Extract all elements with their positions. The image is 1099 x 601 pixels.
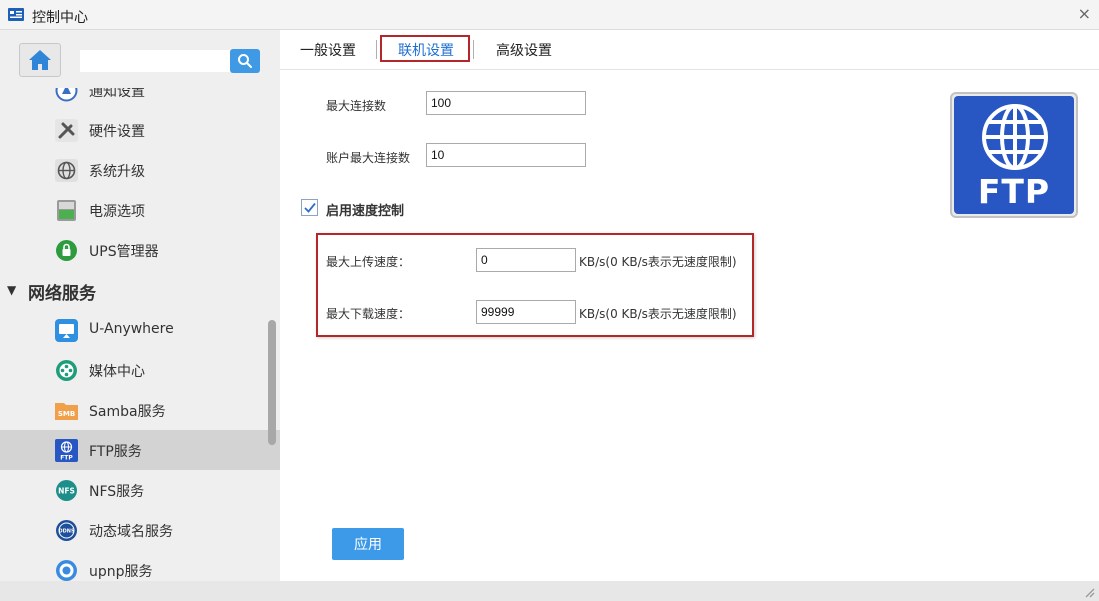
sidebar: 通知设置 硬件设置 系统升级 电源选项 UPS管理器 ▼ 网络服务 U-Anyw…	[0, 30, 280, 581]
ftp-icon: FTP	[55, 439, 78, 462]
home-button[interactable]	[19, 43, 61, 77]
media-center-icon	[56, 360, 77, 381]
speed-control-label: 启用速度控制	[326, 204, 405, 219]
tab-divider	[376, 40, 377, 59]
tab-general-settings[interactable]: 一般设置	[300, 40, 356, 60]
u-anywhere-icon	[55, 319, 78, 342]
resize-grip-icon[interactable]	[1083, 586, 1095, 598]
system-upgrade-icon	[55, 159, 78, 182]
sidebar-item-label: FTP服务	[89, 444, 142, 460]
max-upload-label: 最大上传速度：	[326, 255, 411, 269]
tab-advanced-settings[interactable]: 高级设置	[496, 40, 552, 60]
window-title: 控制中心	[32, 10, 88, 26]
ftp-logo: FTP	[950, 92, 1078, 218]
ddns-icon: DDNS	[56, 520, 77, 541]
sidebar-item-label: NFS服务	[89, 484, 145, 500]
checkmark-icon	[303, 202, 316, 213]
sidebar-header	[0, 30, 280, 88]
power-icon	[57, 200, 76, 221]
sidebar-item-u-anywhere[interactable]: U-Anywhere	[0, 310, 280, 350]
sidebar-item-ups[interactable]: UPS管理器	[0, 230, 280, 270]
sidebar-item-upnp[interactable]: upnp服务	[0, 550, 280, 581]
max-download-hint: KB/s(0 KB/s表示无速度限制)	[579, 307, 737, 321]
close-icon[interactable]: ×	[1078, 4, 1091, 23]
max-account-connections-label: 账户最大连接数	[326, 151, 411, 165]
sidebar-item-hardware[interactable]: 硬件设置	[0, 110, 280, 150]
nfs-icon: NFS	[56, 480, 77, 501]
search-button[interactable]	[230, 49, 260, 73]
globe-icon	[982, 104, 1048, 170]
sidebar-item-ddns[interactable]: DDNS 动态域名服务	[0, 510, 280, 550]
svg-text:SMB: SMB	[58, 410, 75, 418]
sidebar-item-ftp[interactable]: FTP FTP服务	[0, 430, 280, 470]
hardware-icon	[55, 119, 78, 142]
home-icon	[29, 50, 51, 70]
sidebar-item-label: upnp服务	[89, 564, 153, 580]
max-upload-input[interactable]	[476, 248, 576, 272]
samba-icon: SMB	[55, 403, 78, 420]
title-bar: 控制中心 ×	[0, 0, 1099, 30]
sidebar-scrollbar[interactable]	[268, 320, 276, 445]
ups-icon	[56, 240, 77, 261]
tab-divider	[473, 40, 474, 59]
sidebar-section-network-services[interactable]: ▼ 网络服务	[0, 270, 280, 310]
sidebar-item-system-upgrade[interactable]: 系统升级	[0, 150, 280, 190]
sidebar-item-power[interactable]: 电源选项	[0, 190, 280, 230]
max-upload-hint: KB/s(0 KB/s表示无速度限制)	[579, 255, 737, 269]
upnp-icon	[56, 560, 77, 581]
apply-button[interactable]: 应用	[332, 528, 404, 560]
sidebar-nav: 通知设置 硬件设置 系统升级 电源选项 UPS管理器 ▼ 网络服务 U-Anyw…	[0, 70, 280, 581]
svg-text:FTP: FTP	[60, 455, 73, 462]
search-input[interactable]	[80, 50, 230, 72]
sidebar-section-label: 网络服务	[28, 284, 96, 304]
max-download-input[interactable]	[476, 300, 576, 324]
sidebar-item-nfs[interactable]: NFS NFS服务	[0, 470, 280, 510]
tab-bar: 一般设置 联机设置 高级设置	[280, 30, 1099, 70]
sidebar-item-label: UPS管理器	[89, 244, 159, 260]
main-panel: 一般设置 联机设置 高级设置 最大连接数 账户最大连接数 启用速度控制 最大上传…	[280, 30, 1099, 581]
status-bar	[0, 581, 1099, 601]
sidebar-item-samba[interactable]: SMB Samba服务	[0, 390, 280, 430]
max-account-connections-input[interactable]	[426, 143, 586, 167]
sidebar-item-label: Samba服务	[89, 404, 166, 420]
sidebar-item-label: 动态域名服务	[89, 524, 173, 540]
tab-connection-settings[interactable]: 联机设置	[398, 40, 454, 60]
max-connections-label: 最大连接数	[326, 99, 387, 113]
ftp-logo-text: FTP	[977, 172, 1051, 211]
search-icon	[238, 54, 252, 68]
sidebar-item-label: 系统升级	[89, 164, 145, 180]
sidebar-item-label: U-Anywhere	[89, 321, 174, 337]
max-connections-input[interactable]	[426, 91, 586, 115]
sidebar-item-label: 电源选项	[89, 204, 145, 220]
svg-text:NFS: NFS	[58, 487, 75, 496]
caret-down-icon: ▼	[7, 283, 17, 297]
max-download-label: 最大下载速度：	[326, 307, 411, 321]
control-center-icon	[8, 8, 24, 21]
sidebar-item-media-center[interactable]: 媒体中心	[0, 350, 280, 390]
speed-control-checkbox[interactable]	[301, 199, 318, 216]
sidebar-item-label: 媒体中心	[89, 364, 145, 380]
svg-text:DDNS: DDNS	[58, 529, 74, 535]
sidebar-item-label: 硬件设置	[89, 124, 145, 140]
ftp-logo-panel: FTP	[954, 96, 1074, 214]
